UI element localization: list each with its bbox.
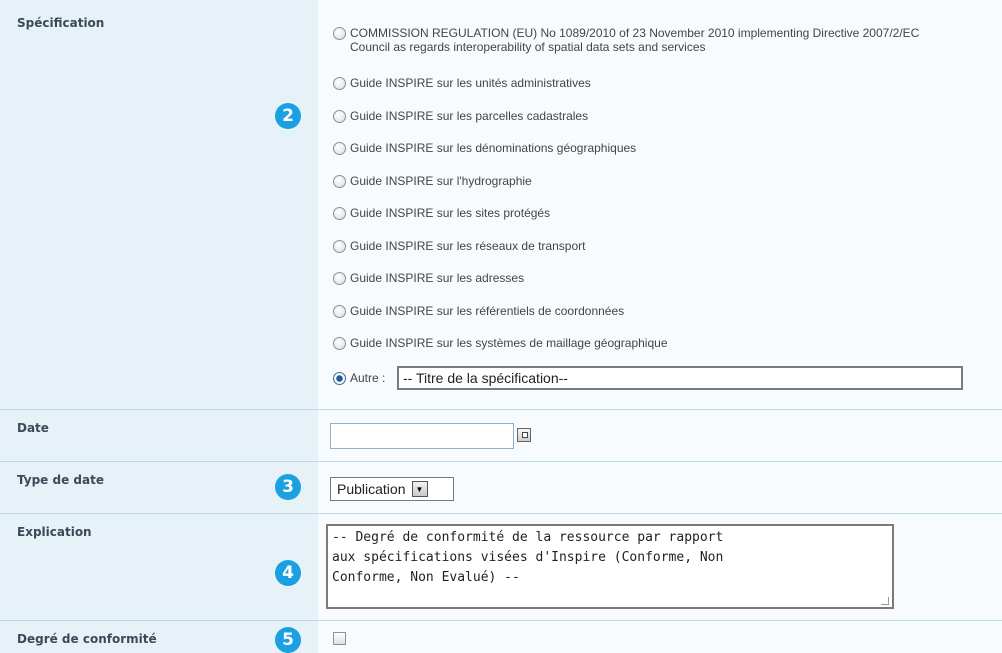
explanation-label: Explication (17, 525, 92, 539)
radio-button[interactable] (333, 207, 346, 220)
spec-option-grid-systems[interactable]: Guide INSPIRE sur les systèmes de mailla… (333, 336, 668, 350)
spec-option-other[interactable]: Autre : (333, 371, 385, 385)
calendar-icon[interactable] (517, 428, 531, 442)
step-badge-2: 2 (275, 103, 301, 129)
conformity-row: Degré de conformité 5 (0, 621, 1002, 653)
spec-option-label: Guide INSPIRE sur les parcelles cadastra… (350, 109, 589, 123)
label-column: Explication 4 (0, 514, 318, 620)
date-type-row: Type de date 3 (0, 462, 1002, 514)
radio-button[interactable] (333, 142, 346, 155)
spec-option-label: Guide INSPIRE sur l'hydrographie (350, 174, 532, 188)
specification-label: Spécification (17, 16, 105, 30)
date-label: Date (17, 421, 49, 435)
spec-option-addresses[interactable]: Guide INSPIRE sur les adresses (333, 271, 524, 285)
conformity-checkbox[interactable] (333, 632, 346, 645)
spec-option-label: Guide INSPIRE sur les adresses (350, 271, 525, 285)
radio-button[interactable] (333, 305, 346, 318)
value-column (318, 621, 1002, 653)
spec-option-coordinate-systems[interactable]: Guide INSPIRE sur les référentiels de co… (333, 304, 624, 318)
spec-option-label: COMMISSION REGULATION (EU) No 1089/2010 … (350, 26, 920, 40)
step-badge-5: 5 (275, 627, 301, 653)
spec-option-label: Guide INSPIRE sur les systèmes de mailla… (350, 336, 668, 350)
date-type-select[interactable]: Publication ▼ (330, 477, 454, 501)
spec-option-admin-units[interactable]: Guide INSPIRE sur les unités administrat… (333, 76, 591, 90)
explanation-textarea[interactable]: -- Degré de conformité de la ressource p… (326, 524, 894, 609)
spec-option-cadastral-parcels[interactable]: Guide INSPIRE sur les parcelles cadastra… (333, 109, 588, 123)
other-specification-input[interactable]: -- Titre de la spécification-- (397, 366, 963, 390)
label-column: Type de date 3 (0, 462, 318, 513)
spec-option-label-line2: Council as regards interoperability of s… (350, 40, 706, 54)
step-badge-4: 4 (275, 560, 301, 586)
spec-option-protected-sites[interactable]: Guide INSPIRE sur les sites protégés (333, 206, 550, 220)
radio-button[interactable] (333, 110, 346, 123)
step-badge-3: 3 (275, 474, 301, 500)
spec-option-regulation[interactable]: COMMISSION REGULATION (EU) No 1089/2010 … (333, 26, 919, 54)
radio-button[interactable] (333, 175, 346, 188)
radio-button[interactable] (333, 272, 346, 285)
resize-grip-icon[interactable] (881, 597, 889, 605)
radio-button[interactable] (333, 337, 346, 350)
chevron-down-icon[interactable]: ▼ (411, 481, 428, 497)
spec-option-label: Guide INSPIRE sur les référentiels de co… (350, 304, 625, 318)
label-column: Spécification 2 (0, 0, 318, 409)
label-column: Date (0, 410, 318, 461)
date-input[interactable] (330, 423, 514, 449)
label-column: Degré de conformité 5 (0, 621, 318, 653)
radio-button[interactable] (333, 27, 346, 40)
spec-option-label: Guide INSPIRE sur les sites protégés (350, 206, 551, 220)
date-type-label: Type de date (17, 473, 104, 487)
radio-button-selected[interactable] (333, 372, 346, 385)
spec-option-label: Guide INSPIRE sur les dénominations géog… (350, 141, 637, 155)
radio-button[interactable] (333, 240, 346, 253)
spec-option-transport-networks[interactable]: Guide INSPIRE sur les réseaux de transpo… (333, 239, 585, 253)
date-type-selected: Publication (337, 481, 406, 497)
spec-option-other-label: Autre : (350, 371, 386, 385)
spec-option-hydrography[interactable]: Guide INSPIRE sur l'hydrographie (333, 174, 532, 188)
radio-button[interactable] (333, 77, 346, 90)
spec-option-label: Guide INSPIRE sur les unités administrat… (350, 76, 591, 90)
conformity-label: Degré de conformité (17, 632, 157, 646)
spec-option-geographical-names[interactable]: Guide INSPIRE sur les dénominations géog… (333, 141, 636, 155)
spec-option-label: Guide INSPIRE sur les réseaux de transpo… (350, 239, 586, 253)
